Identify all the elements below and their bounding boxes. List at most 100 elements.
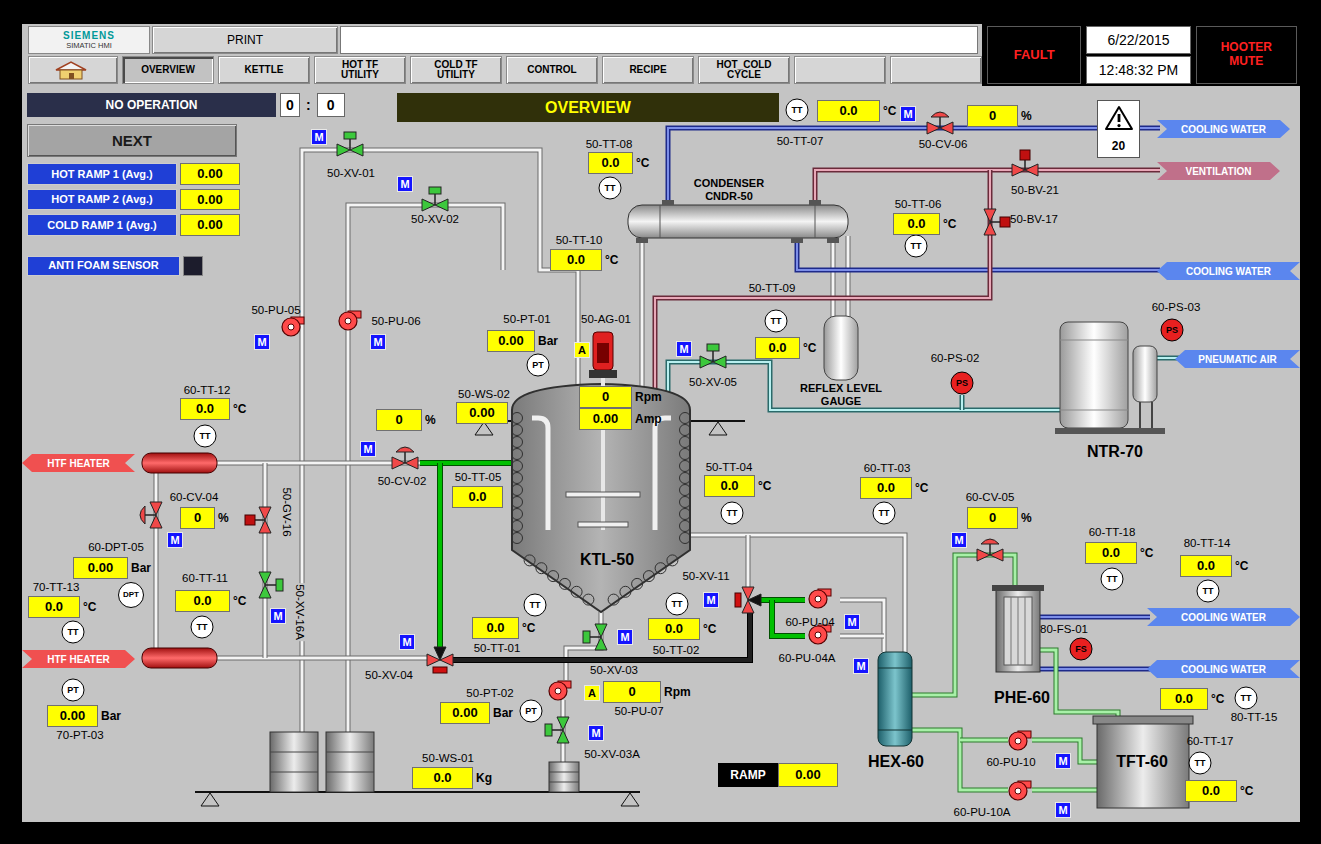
condenser bbox=[628, 200, 848, 243]
ramp-label: HOT RAMP 1 (Avg.) bbox=[27, 163, 177, 185]
mode-badge[interactable]: M bbox=[254, 334, 270, 350]
nav-tab-label: RECIPE bbox=[629, 65, 666, 76]
instrument-type: PT bbox=[525, 704, 537, 718]
mode-badge[interactable]: M bbox=[617, 629, 633, 645]
pump[interactable] bbox=[280, 314, 306, 338]
tag-label: 50-TT-10 bbox=[556, 234, 603, 247]
valve[interactable] bbox=[335, 129, 365, 157]
alarm-button[interactable]: 20 bbox=[1097, 100, 1140, 158]
pump[interactable] bbox=[337, 308, 363, 332]
nav-tab[interactable] bbox=[794, 56, 886, 84]
mode-letter: M bbox=[402, 637, 411, 648]
nav-tab[interactable]: KETTLE bbox=[218, 56, 310, 84]
valve[interactable] bbox=[542, 715, 570, 745]
pump[interactable] bbox=[1007, 728, 1033, 752]
hmi-window: SIEMENSSIMATIC HMIPRINT OVERVIEWKETTLEHO… bbox=[0, 0, 1321, 844]
mode-badge[interactable]: M bbox=[397, 176, 413, 192]
pump[interactable] bbox=[547, 678, 573, 702]
tag-label: 50-XV-02 bbox=[411, 213, 459, 226]
valve[interactable] bbox=[258, 570, 286, 600]
nav-tab-label: KETTLE bbox=[245, 65, 284, 76]
readout-unit: °C bbox=[1240, 782, 1253, 800]
valve[interactable] bbox=[925, 107, 955, 135]
ramp-value: 0.00 bbox=[180, 163, 240, 185]
mode-badge[interactable]: M bbox=[399, 634, 415, 650]
mode-letter: M bbox=[591, 728, 600, 739]
valve[interactable] bbox=[135, 500, 163, 530]
mode-badge[interactable]: M bbox=[1055, 753, 1071, 769]
home-icon bbox=[53, 60, 89, 80]
mode-badge[interactable]: M bbox=[951, 532, 967, 548]
mode-badge[interactable]: A bbox=[574, 342, 590, 358]
print-button[interactable]: PRINT bbox=[152, 26, 338, 54]
valve[interactable] bbox=[244, 505, 272, 535]
pump[interactable] bbox=[807, 586, 833, 610]
instrument-bubble: TT bbox=[62, 621, 85, 644]
mode-badge[interactable]: M bbox=[360, 441, 376, 457]
readout-value: 0 bbox=[579, 386, 632, 408]
nav-tab[interactable]: OVERVIEW bbox=[122, 56, 214, 84]
valve[interactable] bbox=[698, 341, 728, 369]
readout-unit: °C bbox=[233, 400, 246, 418]
mode-badge[interactable]: M bbox=[703, 592, 719, 608]
readout-unit: °C bbox=[803, 339, 816, 357]
nav-tab[interactable]: HOT_COLD CYCLE bbox=[698, 56, 790, 84]
mode-badge[interactable]: M bbox=[270, 608, 286, 624]
mode-badge[interactable]: M bbox=[676, 341, 692, 357]
utility-label: COOLING WATER bbox=[1181, 610, 1266, 625]
instrument-type: TT bbox=[727, 506, 738, 520]
instrument-type: TT bbox=[672, 597, 683, 611]
valve[interactable] bbox=[420, 184, 450, 212]
valve[interactable] bbox=[983, 207, 1011, 237]
nav-tab[interactable]: CONTROL bbox=[506, 56, 598, 84]
tag-label: 60-TT-12 bbox=[184, 384, 231, 397]
utility-tag: HTF HEATER bbox=[22, 454, 135, 472]
mode-badge[interactable]: M bbox=[1055, 802, 1071, 818]
equipment-label: PHE-60 bbox=[994, 686, 1050, 710]
readout-value: 0.00 bbox=[456, 402, 508, 424]
header-left: SIEMENSSIMATIC HMIPRINT OVERVIEWKETTLEHO… bbox=[28, 26, 982, 86]
readout-value: 0.0 bbox=[893, 213, 940, 235]
mode-letter: M bbox=[847, 617, 856, 628]
readout-value: 0 bbox=[603, 681, 661, 703]
logo-brand: SIEMENS bbox=[63, 31, 115, 41]
readout: 0.0°C bbox=[472, 617, 535, 639]
readout-unit: °C bbox=[636, 154, 649, 172]
mode-badge[interactable]: M bbox=[853, 658, 869, 674]
nav-tab[interactable]: COLD TF UTILITY bbox=[410, 56, 502, 84]
tag-label: 60-TT-11 bbox=[182, 572, 228, 585]
nav-tab-label: COLD TF UTILITY bbox=[424, 60, 488, 81]
fault-indicator[interactable]: FAULT bbox=[987, 26, 1081, 84]
readout-unit: °C bbox=[943, 215, 956, 233]
mode-badge[interactable]: M bbox=[311, 129, 327, 145]
next-button[interactable]: NEXT bbox=[27, 124, 237, 157]
mode-badge[interactable]: M bbox=[588, 725, 604, 741]
mode-badge[interactable]: M bbox=[167, 532, 183, 548]
instrument-type: TT bbox=[879, 506, 890, 520]
valve[interactable] bbox=[390, 442, 420, 470]
valve[interactable] bbox=[733, 585, 763, 615]
valve[interactable] bbox=[975, 534, 1005, 562]
readout-value: 0.0 bbox=[1160, 688, 1208, 710]
instrument-bubble: PT bbox=[62, 679, 85, 702]
tag-label: 50-TT-05 bbox=[455, 471, 502, 484]
valve[interactable] bbox=[425, 645, 455, 675]
valve[interactable] bbox=[580, 622, 608, 652]
nav-tab-content: COLD TF UTILITY bbox=[424, 60, 488, 81]
nav-tab[interactable]: RECIPE bbox=[602, 56, 694, 84]
mode-badge[interactable]: M bbox=[844, 614, 860, 630]
readout-unit: °C bbox=[883, 102, 896, 120]
instrument-bubble: PS bbox=[951, 372, 974, 395]
pump[interactable] bbox=[1007, 778, 1033, 802]
mode-badge[interactable]: M bbox=[370, 334, 386, 350]
nav-tab[interactable] bbox=[890, 56, 982, 84]
equipment-label: KTL-50 bbox=[580, 548, 634, 572]
hooter-mute-button[interactable]: HOOTER MUTE bbox=[1196, 26, 1297, 84]
nav-tab[interactable]: HOT TF UTILITY bbox=[314, 56, 406, 84]
valve[interactable] bbox=[1010, 149, 1040, 177]
readout-unit: Rpm bbox=[635, 388, 662, 406]
mode-badge[interactable]: M bbox=[900, 106, 916, 122]
nav-tab[interactable] bbox=[28, 56, 118, 84]
readout-value: 0.0 bbox=[817, 100, 880, 122]
mode-badge[interactable]: A bbox=[584, 685, 600, 701]
